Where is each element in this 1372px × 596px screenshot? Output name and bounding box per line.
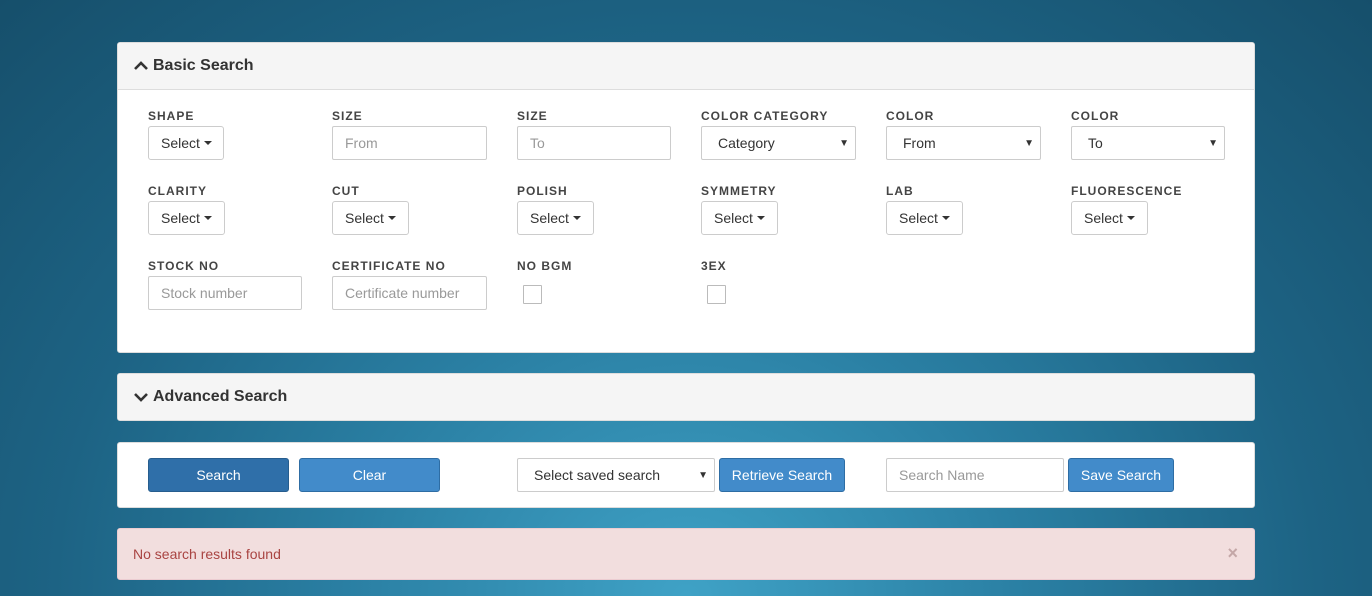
shape-dropdown[interactable]: Select: [148, 126, 224, 160]
no-bgm-label: NO BGM: [517, 259, 573, 273]
basic-search-title: Basic Search: [153, 57, 254, 74]
symmetry-value: Select: [714, 210, 753, 226]
search-button[interactable]: Search: [148, 458, 289, 492]
basic-search-toggle[interactable]: Basic Search: [118, 43, 1254, 90]
color-to-select[interactable]: To ▼: [1071, 126, 1225, 160]
3ex-label: 3EX: [701, 259, 727, 273]
symmetry-label: SYMMETRY: [701, 184, 777, 198]
size-to-input[interactable]: To: [517, 126, 671, 160]
search-name-input[interactable]: Search Name: [886, 458, 1064, 492]
basic-search-panel: Basic Search SHAPE Select SIZE From SIZE…: [117, 42, 1255, 353]
stock-number-placeholder: Stock number: [161, 285, 248, 301]
save-search-button[interactable]: Save Search: [1068, 458, 1174, 492]
caret-down-icon: [1126, 216, 1135, 220]
alert-message: No search results found: [133, 546, 281, 562]
polish-dropdown[interactable]: Select: [517, 201, 594, 235]
color-to-label: COLOR: [1071, 109, 1120, 123]
stock-number-input[interactable]: Stock number: [148, 276, 302, 310]
color-to-value: To: [1088, 135, 1103, 151]
shape-value: Select: [161, 135, 200, 151]
certificate-number-placeholder: Certificate number: [345, 285, 460, 301]
chevron-down-icon: [134, 393, 148, 402]
size-to-placeholder: To: [530, 135, 545, 151]
size-from-input[interactable]: From: [332, 126, 487, 160]
size-from-label: SIZE: [332, 109, 363, 123]
3ex-checkbox[interactable]: [707, 285, 726, 304]
polish-value: Select: [530, 210, 569, 226]
saved-search-select[interactable]: Select saved search ▼: [517, 458, 715, 492]
retrieve-search-button[interactable]: Retrieve Search: [719, 458, 845, 492]
stock-no-label: STOCK NO: [148, 259, 220, 273]
search-actions-panel: Search Clear Select saved search ▼ Retrie…: [117, 442, 1255, 508]
advanced-search-toggle[interactable]: Advanced Search: [118, 374, 1254, 420]
cut-label: CUT: [332, 184, 360, 198]
color-category-label: COLOR CATEGORY: [701, 109, 829, 123]
color-from-value: From: [903, 135, 936, 151]
lab-dropdown[interactable]: Select: [886, 201, 963, 235]
caret-down-icon: [572, 216, 581, 220]
caret-down-icon: [203, 216, 212, 220]
select-arrow-icon: ▼: [1208, 137, 1218, 149]
saved-search-value: Select saved search: [534, 467, 661, 483]
caret-down-icon: [203, 141, 212, 145]
lab-value: Select: [899, 210, 938, 226]
advanced-search-panel: Advanced Search: [117, 373, 1255, 421]
clear-button[interactable]: Clear: [299, 458, 440, 492]
select-arrow-icon: ▼: [839, 137, 849, 149]
color-category-select[interactable]: Category ▼: [701, 126, 856, 160]
caret-down-icon: [941, 216, 950, 220]
size-to-label: SIZE: [517, 109, 548, 123]
close-icon[interactable]: ×: [1227, 544, 1238, 562]
no-bgm-checkbox[interactable]: [523, 285, 542, 304]
no-results-alert: No search results found ×: [117, 528, 1255, 580]
fluorescence-value: Select: [1084, 210, 1123, 226]
size-from-placeholder: From: [345, 135, 378, 151]
cut-dropdown[interactable]: Select: [332, 201, 409, 235]
chevron-up-icon: [134, 61, 148, 70]
symmetry-dropdown[interactable]: Select: [701, 201, 778, 235]
clarity-value: Select: [161, 210, 200, 226]
clarity-label: CLARITY: [148, 184, 207, 198]
lab-label: LAB: [886, 184, 914, 198]
caret-down-icon: [387, 216, 396, 220]
advanced-search-title: Advanced Search: [153, 388, 288, 405]
certificate-no-label: CERTIFICATE NO: [332, 259, 446, 273]
polish-label: POLISH: [517, 184, 568, 198]
shape-label: SHAPE: [148, 109, 195, 123]
fluorescence-dropdown[interactable]: Select: [1071, 201, 1148, 235]
fluorescence-label: FLUORESCENCE: [1071, 184, 1183, 198]
clarity-dropdown[interactable]: Select: [148, 201, 225, 235]
color-category-value: Category: [718, 135, 775, 151]
color-from-label: COLOR: [886, 109, 935, 123]
select-arrow-icon: ▼: [1024, 137, 1034, 149]
color-from-select[interactable]: From ▼: [886, 126, 1041, 160]
certificate-number-input[interactable]: Certificate number: [332, 276, 487, 310]
search-name-placeholder: Search Name: [899, 467, 985, 483]
caret-down-icon: [756, 216, 765, 220]
cut-value: Select: [345, 210, 384, 226]
select-arrow-icon: ▼: [698, 469, 708, 481]
